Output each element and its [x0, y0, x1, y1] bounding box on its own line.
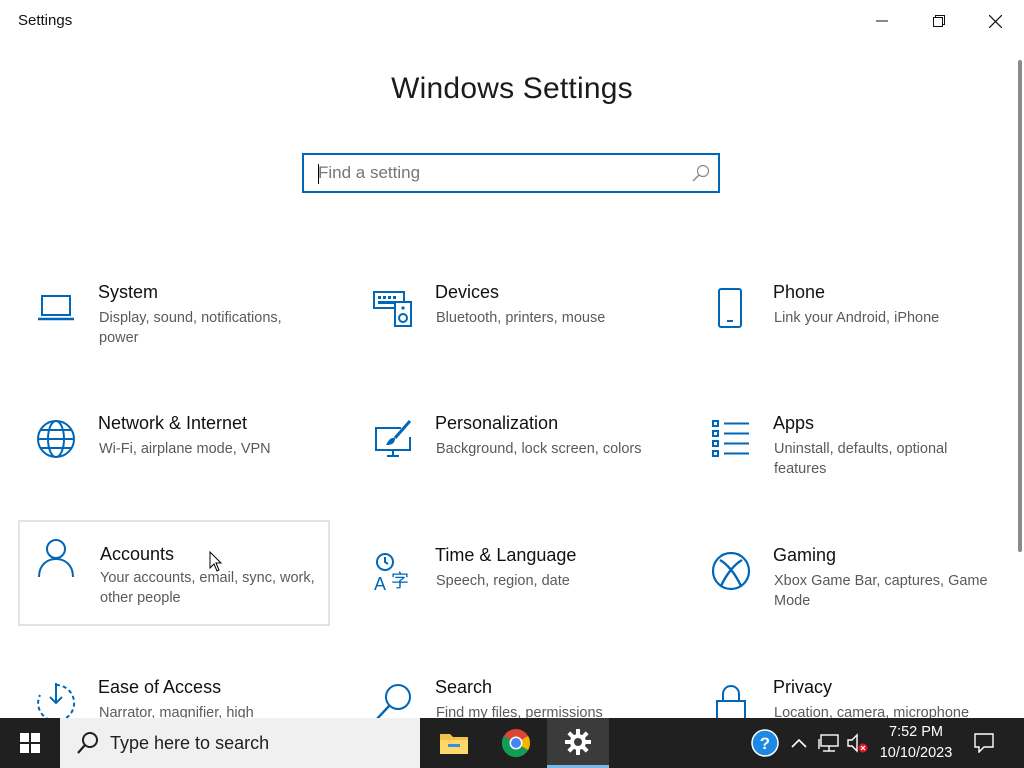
category-title: Search	[435, 677, 493, 697]
gear-icon	[565, 728, 591, 755]
clock-date: 10/10/2023	[879, 745, 953, 761]
search-icon	[376, 684, 411, 718]
category-title: Privacy	[773, 677, 833, 697]
category-title: Gaming	[773, 545, 837, 565]
svg-text:?: ?	[760, 734, 770, 753]
category-personalization[interactable]: Personalization Background, lock screen,…	[355, 397, 665, 501]
category-title: Personalization	[435, 413, 559, 433]
taskbar-chrome[interactable]	[485, 718, 547, 768]
page-title: Windows Settings	[391, 72, 633, 105]
category-description: Xbox Game Bar, captures, Game Mode	[774, 573, 988, 609]
lock-icon	[716, 685, 746, 718]
category-title: System	[98, 282, 159, 302]
category-description: Uninstall, defaults, optional features	[774, 441, 948, 477]
chrome-icon	[501, 729, 530, 758]
ease-of-access-icon	[37, 683, 76, 718]
tray-network[interactable]	[814, 718, 844, 768]
windows-logo-icon	[20, 733, 40, 753]
category-accounts[interactable]: Accounts Your accounts, email, sync, wor…	[18, 520, 330, 626]
vertical-scrollbar[interactable]	[1018, 60, 1022, 552]
tray-show-hidden[interactable]	[786, 718, 812, 768]
notification-icon	[974, 733, 994, 753]
phone-icon	[718, 288, 742, 328]
category-gaming[interactable]: Gaming Xbox Game Bar, captures, Game Mod…	[693, 529, 1003, 633]
person-icon	[38, 539, 74, 578]
category-title: Apps	[773, 413, 815, 433]
category-phone[interactable]: Phone Link your Android, iPhone	[693, 266, 1003, 370]
category-description: Speech, region, date	[436, 573, 570, 589]
help-icon: ?	[751, 729, 779, 757]
category-description: Display, sound, notifications, power	[99, 310, 282, 346]
tray-volume[interactable]	[844, 718, 870, 768]
keyboard-speaker-icon	[373, 291, 412, 327]
category-network-internet[interactable]: Network & Internet Wi-Fi, airplane mode,…	[18, 397, 328, 501]
mouse-cursor-icon	[209, 551, 223, 572]
title-bar: Settings	[0, 0, 1024, 42]
category-search[interactable]: Search Find my files, permissions	[355, 661, 665, 718]
taskbar-clock[interactable]: 7:52 PM 10/10/2023	[868, 722, 964, 764]
category-ease-of-access[interactable]: Ease of Access Narrator, magnifier, high	[18, 661, 328, 718]
close-icon	[989, 14, 1002, 28]
start-button[interactable]	[0, 718, 60, 768]
taskbar-settings[interactable]	[547, 718, 609, 768]
category-description: Wi-Fi, airplane mode, VPN	[99, 441, 271, 457]
category-apps[interactable]: Apps Uninstall, defaults, optional featu…	[693, 397, 1003, 501]
category-description: Location, camera, microphone	[774, 705, 970, 718]
laptop-icon	[38, 295, 74, 321]
category-title: Devices	[435, 282, 500, 302]
apps-list-icon	[712, 420, 749, 457]
search-icon[interactable]	[692, 164, 710, 182]
category-time-language[interactable]: A 字 Time & Language Speech, region, date	[355, 529, 665, 633]
globe-icon	[37, 420, 75, 458]
category-title: Ease of Access	[98, 677, 222, 697]
folder-icon	[440, 734, 468, 754]
category-description: Background, lock screen, colors	[436, 441, 642, 457]
restore-icon	[932, 15, 945, 27]
category-title: Phone	[773, 282, 826, 302]
taskbar: Type here to search ? 7:52 PM 10/10/2023	[0, 718, 1024, 768]
category-title: Accounts	[100, 544, 175, 564]
minimize-button[interactable]	[853, 0, 910, 42]
category-description: Find my files, permissions	[436, 705, 603, 718]
xbox-icon	[711, 551, 751, 591]
volume-muted-icon	[847, 733, 868, 753]
text-caret	[318, 164, 319, 184]
category-title: Network & Internet	[98, 413, 248, 433]
category-title: Time & Language	[435, 545, 577, 565]
category-devices[interactable]: Devices Bluetooth, printers, mouse	[355, 266, 665, 370]
category-system[interactable]: System Display, sound, notifications, po…	[18, 266, 328, 370]
taskbar-search-placeholder: Type here to search	[110, 733, 270, 753]
minimize-icon	[875, 20, 888, 22]
chevron-up-icon	[791, 738, 807, 748]
network-icon	[818, 734, 839, 752]
category-description: Narrator, magnifier, high	[99, 705, 254, 718]
tray-help[interactable]: ?	[748, 718, 782, 768]
window-title: Settings	[18, 12, 73, 29]
time-language-icon: A 字	[374, 553, 409, 591]
category-description: Your accounts, email, sync, work, other …	[100, 570, 315, 606]
paintbrush-icon	[375, 420, 412, 457]
taskbar-search-box[interactable]: Type here to search	[60, 718, 420, 768]
clock-time: 7:52 PM	[889, 724, 943, 740]
svg-text:字: 字	[391, 571, 409, 591]
settings-search-box[interactable]	[302, 153, 720, 193]
svg-text:A: A	[374, 574, 386, 591]
restore-button[interactable]	[910, 0, 967, 42]
taskbar-file-explorer[interactable]	[423, 718, 485, 768]
settings-search-input[interactable]	[318, 155, 678, 191]
close-button[interactable]	[967, 0, 1024, 42]
category-privacy[interactable]: Privacy Location, camera, microphone	[693, 661, 1003, 718]
action-center-button[interactable]	[968, 718, 1000, 768]
category-description: Link your Android, iPhone	[774, 310, 940, 326]
category-description: Bluetooth, printers, mouse	[436, 310, 606, 326]
search-icon	[77, 732, 98, 754]
